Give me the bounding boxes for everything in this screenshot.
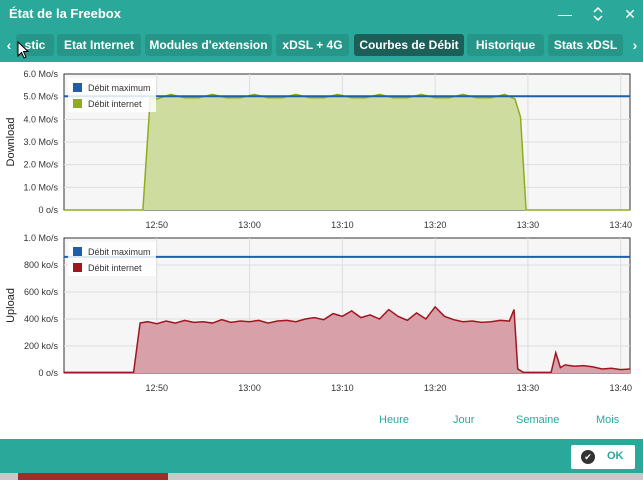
x-tick-label: 13:30 xyxy=(517,383,540,393)
x-tick-label: 13:00 xyxy=(238,220,261,230)
x-tick-label: 12:50 xyxy=(146,220,169,230)
y-tick-label: 400 ko/s xyxy=(24,314,59,324)
tab-modules-extension[interactable]: Modules d'extension xyxy=(145,34,272,56)
y-tick-label: 0 o/s xyxy=(38,368,58,378)
y-tick-label: 1.0 Mo/s xyxy=(23,234,58,243)
x-tick-label: 13:40 xyxy=(609,220,632,230)
x-tick-label: 13:10 xyxy=(331,220,354,230)
tab-etat-internet[interactable]: Etat Internet xyxy=(57,34,141,56)
chevron-up-down-icon xyxy=(593,6,603,22)
title-bar: État de la Freebox — ✕ xyxy=(0,0,643,28)
y-tick-label: 800 ko/s xyxy=(24,260,59,270)
x-tick-label: 12:50 xyxy=(146,383,169,393)
y-tick-label: 3.0 Mo/s xyxy=(23,137,58,147)
legend-label-internet: Débit internet xyxy=(88,263,142,273)
tab-bar: ‹ stic Etat Internet Modules d'extension… xyxy=(0,28,643,62)
chart-panel: 0 o/s 1.0 Mo/s 2.0 Mo/s 3.0 Mo/s 4.0 Mo/s 5.0… xyxy=(0,62,643,439)
dialog-footer: ✔ OK xyxy=(0,439,643,480)
legend-swatch-internet xyxy=(73,263,82,272)
period-link-day[interactable]: Jour xyxy=(453,414,474,426)
legend-label-internet: Débit internet xyxy=(88,99,142,109)
y-axis-title: Upload xyxy=(5,288,17,323)
x-tick-label: 13:30 xyxy=(517,220,540,230)
legend-swatch-internet xyxy=(73,99,82,108)
x-tick-label: 13:20 xyxy=(424,220,447,230)
y-axis-title: Download xyxy=(5,118,17,167)
window-title: État de la Freebox xyxy=(9,6,121,21)
close-icon[interactable]: ✕ xyxy=(619,3,641,25)
mouse-cursor-icon xyxy=(17,41,30,59)
y-tick-label: 0 o/s xyxy=(38,205,58,215)
ok-button[interactable]: ✔ OK xyxy=(571,445,635,469)
period-link-week[interactable]: Semaine xyxy=(516,414,559,426)
legend: Débit maximum Débit internet xyxy=(68,242,156,276)
period-link-month[interactable]: Mois xyxy=(596,414,619,426)
tab-stats-xdsl[interactable]: Stats xDSL xyxy=(548,34,623,56)
x-tick-label: 13:10 xyxy=(331,383,354,393)
legend-swatch-max xyxy=(73,247,82,256)
y-tick-label: 4.0 Mo/s xyxy=(23,114,58,124)
period-link-hour[interactable]: Heure xyxy=(379,414,409,426)
y-tick-label: 2.0 Mo/s xyxy=(23,160,58,170)
y-tick-label: 600 ko/s xyxy=(24,287,59,297)
ok-button-label: OK xyxy=(607,450,624,462)
restore-icon[interactable] xyxy=(587,3,609,25)
tab-courbes-debit[interactable]: Courbes de Débit xyxy=(354,34,464,56)
legend-label-max: Débit maximum xyxy=(88,83,151,93)
tab-xdsl-4g[interactable]: xDSL + 4G xyxy=(276,34,349,56)
y-tick-label: 5.0 Mo/s xyxy=(23,92,58,102)
x-tick-label: 13:00 xyxy=(238,383,261,393)
legend: Débit maximum Débit internet xyxy=(68,78,156,112)
y-tick-label: 6.0 Mo/s xyxy=(23,70,58,79)
taskbar-item xyxy=(18,473,168,480)
x-tick-label: 13:40 xyxy=(609,383,632,393)
y-tick-label: 1.0 Mo/s xyxy=(23,182,58,192)
y-tick-label: 200 ko/s xyxy=(24,341,59,351)
tab-historique[interactable]: Historique xyxy=(467,34,544,56)
legend-swatch-max xyxy=(73,83,82,92)
x-tick-label: 13:20 xyxy=(424,383,447,393)
taskbar-strip xyxy=(0,473,643,480)
legend-label-max: Débit maximum xyxy=(88,247,151,257)
tab-next-arrow-icon[interactable]: › xyxy=(628,34,642,56)
download-chart: 0 o/s 1.0 Mo/s 2.0 Mo/s 3.0 Mo/s 4.0 Mo/s 5.0… xyxy=(5,70,632,230)
minimize-icon[interactable]: — xyxy=(554,3,576,25)
check-circle-icon: ✔ xyxy=(581,450,595,464)
upload-chart: 0 o/s 200 ko/s 400 ko/s 600 ko/s 800 ko/s 1.0… xyxy=(5,234,632,393)
tab-prev-arrow-icon[interactable]: ‹ xyxy=(2,34,16,56)
